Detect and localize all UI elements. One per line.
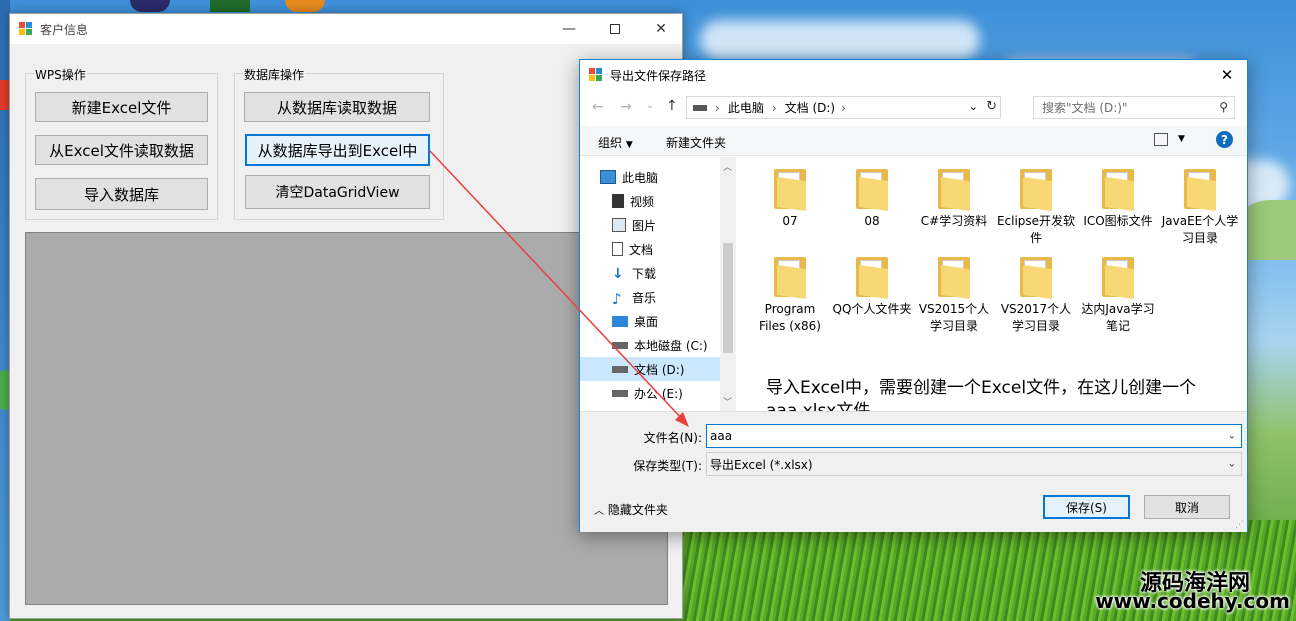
annotation-arrow — [429, 150, 689, 427]
watermark-url: www.codehy.com — [1095, 589, 1290, 613]
arrow-line — [429, 150, 685, 422]
